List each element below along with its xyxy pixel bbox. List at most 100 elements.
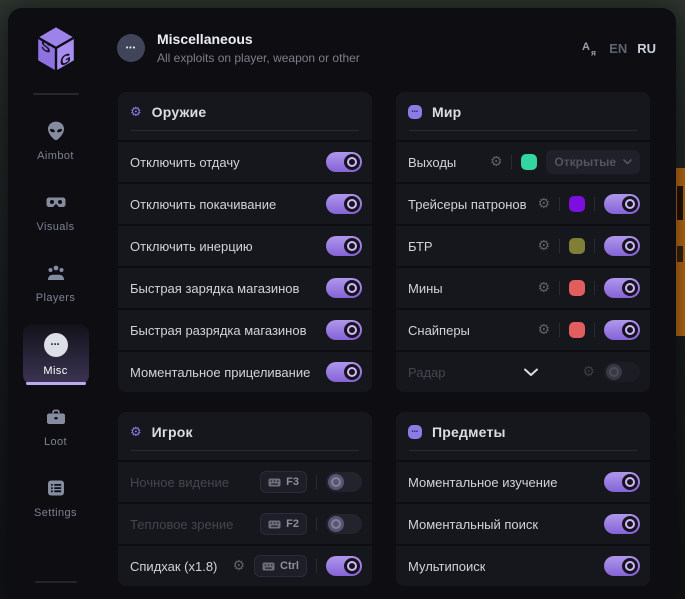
row-exits: Выходы ⚙ Открытые — [396, 142, 650, 182]
gear-icon[interactable]: ⚙ — [537, 197, 550, 211]
row-label: БТР — [408, 239, 433, 254]
gear-icon: ⚙ — [130, 426, 142, 439]
toggle-switch[interactable] — [326, 514, 362, 534]
row-fast-unload: Быстрая разрядка магазинов — [118, 310, 372, 350]
section-items-header: ••• Предметы — [396, 412, 650, 460]
toggle-switch[interactable] — [604, 514, 640, 534]
sidebar-item-players[interactable]: Players — [23, 253, 89, 312]
color-swatch[interactable] — [569, 196, 585, 212]
people-icon — [45, 262, 67, 284]
gear-icon[interactable]: ⚙ — [232, 559, 245, 573]
chevron-down-icon[interactable] — [523, 368, 539, 377]
sidebar-item-visuals[interactable]: Visuals — [23, 182, 89, 241]
toggle-switch[interactable] — [604, 362, 640, 382]
toggle-switch[interactable] — [326, 278, 362, 298]
sidebar-item-settings[interactable]: Settings — [23, 468, 89, 527]
sidebar-item-label: Loot — [44, 436, 67, 448]
toggle-knob — [328, 516, 344, 532]
sidebar-bottom-divider — [35, 581, 77, 583]
section-weapon-header: ⚙ Оружие — [118, 92, 372, 140]
toggle-switch[interactable] — [326, 362, 362, 382]
row-instant-search: Моментальный поиск — [396, 504, 650, 544]
toggle-switch[interactable] — [326, 472, 362, 492]
row-mines: Мины ⚙ — [396, 268, 650, 308]
row-thermal-vision: Тепловое зрение F2 — [118, 504, 372, 544]
lang-ru-button[interactable]: RU — [637, 41, 656, 56]
divider — [316, 517, 317, 531]
toggle-switch[interactable] — [326, 556, 362, 576]
toggle-knob — [344, 364, 360, 380]
row-instant-ads: Моментальное прицеливание — [118, 352, 372, 392]
toggle-switch[interactable] — [326, 152, 362, 172]
globe-icon: ••• — [408, 105, 422, 119]
sidebar-item-aimbot[interactable]: Aimbot — [23, 111, 89, 170]
toggle-switch[interactable] — [604, 194, 640, 214]
toggle-knob — [622, 238, 638, 254]
gear-icon[interactable]: ⚙ — [537, 281, 550, 295]
background-sign-letter — [677, 246, 683, 262]
section-divider — [409, 450, 637, 451]
sidebar-item-misc[interactable]: ••• Misc — [23, 324, 89, 385]
left-column: ⚙ Оружие Отключить отдачу Отключить пока… — [118, 92, 372, 586]
row-fast-reload: Быстрая зарядка магазинов — [118, 268, 372, 308]
row-label: Быстрая разрядка магазинов — [130, 323, 306, 338]
chevron-down-icon — [623, 159, 632, 165]
section-title: Мир — [432, 104, 461, 120]
sidebar-nav: Aimbot Visuals — [8, 111, 103, 527]
row-no-sway: Отключить покачивание — [118, 184, 372, 224]
gear-icon[interactable]: ⚙ — [537, 239, 550, 253]
row-label: Снайперы — [408, 323, 470, 338]
row-label: Спидхак (x1.8) — [130, 559, 217, 574]
toggle-switch[interactable] — [604, 472, 640, 492]
toggle-switch[interactable] — [604, 556, 640, 576]
lang-en-button[interactable]: EN — [609, 41, 627, 56]
hotkey-badge[interactable]: F3 — [260, 471, 307, 493]
hotkey-label: F3 — [286, 476, 299, 488]
page-header: ••• Miscellaneous All exploits on player… — [103, 8, 676, 88]
row-label: Тепловое зрение — [130, 517, 233, 532]
row-label: Мультипоиск — [408, 559, 485, 574]
gear-icon[interactable]: ⚙ — [537, 323, 550, 337]
divider — [594, 323, 595, 337]
right-column: ••• Мир Выходы ⚙ Открытые — [396, 92, 650, 586]
toggle-switch[interactable] — [326, 236, 362, 256]
divider — [594, 197, 595, 211]
color-swatch[interactable] — [521, 154, 537, 170]
divider — [559, 323, 560, 337]
color-swatch[interactable] — [569, 238, 585, 254]
hotkey-label: Ctrl — [280, 560, 299, 572]
toggle-switch[interactable] — [604, 236, 640, 256]
row-tracers: Трейсеры патронов ⚙ — [396, 184, 650, 224]
gear-icon: ⚙ — [130, 106, 142, 119]
language-switch: A я EN RU — [581, 39, 660, 57]
keyboard-icon — [268, 520, 281, 529]
row-label: Моментальное прицеливание — [130, 365, 310, 380]
color-swatch[interactable] — [569, 322, 585, 338]
gear-icon[interactable]: ⚙ — [490, 155, 503, 169]
section-divider — [131, 450, 359, 451]
color-swatch[interactable] — [569, 280, 585, 296]
exits-dropdown[interactable]: Открытые — [546, 150, 640, 174]
toggle-switch[interactable] — [326, 320, 362, 340]
translate-icon[interactable]: A я — [581, 39, 599, 57]
briefcase-icon — [45, 406, 67, 428]
toggle-switch[interactable] — [604, 278, 640, 298]
row-label: Выходы — [408, 155, 456, 170]
sidebar-item-label: Misc — [43, 365, 67, 377]
toggle-switch[interactable] — [326, 194, 362, 214]
sidebar-item-loot[interactable]: Loot — [23, 397, 89, 456]
gear-icon[interactable]: ⚙ — [582, 365, 595, 379]
toggle-knob — [344, 280, 360, 296]
row-label: Моментальный поиск — [408, 517, 538, 532]
hotkey-badge[interactable]: Ctrl — [254, 555, 307, 577]
toggle-knob — [328, 474, 344, 490]
section-weapon: ⚙ Оружие Отключить отдачу Отключить пока… — [118, 92, 372, 392]
row-label: Моментальное изучение — [408, 475, 557, 490]
content: ⚙ Оружие Отключить отдачу Отключить пока… — [103, 88, 676, 586]
misc-ellipsis-icon: ••• — [117, 34, 145, 62]
toggle-knob — [622, 322, 638, 338]
row-label: Ночное видение — [130, 475, 229, 490]
hotkey-badge[interactable]: F2 — [260, 513, 307, 535]
toggle-switch[interactable] — [604, 320, 640, 340]
toggle-knob — [344, 238, 360, 254]
